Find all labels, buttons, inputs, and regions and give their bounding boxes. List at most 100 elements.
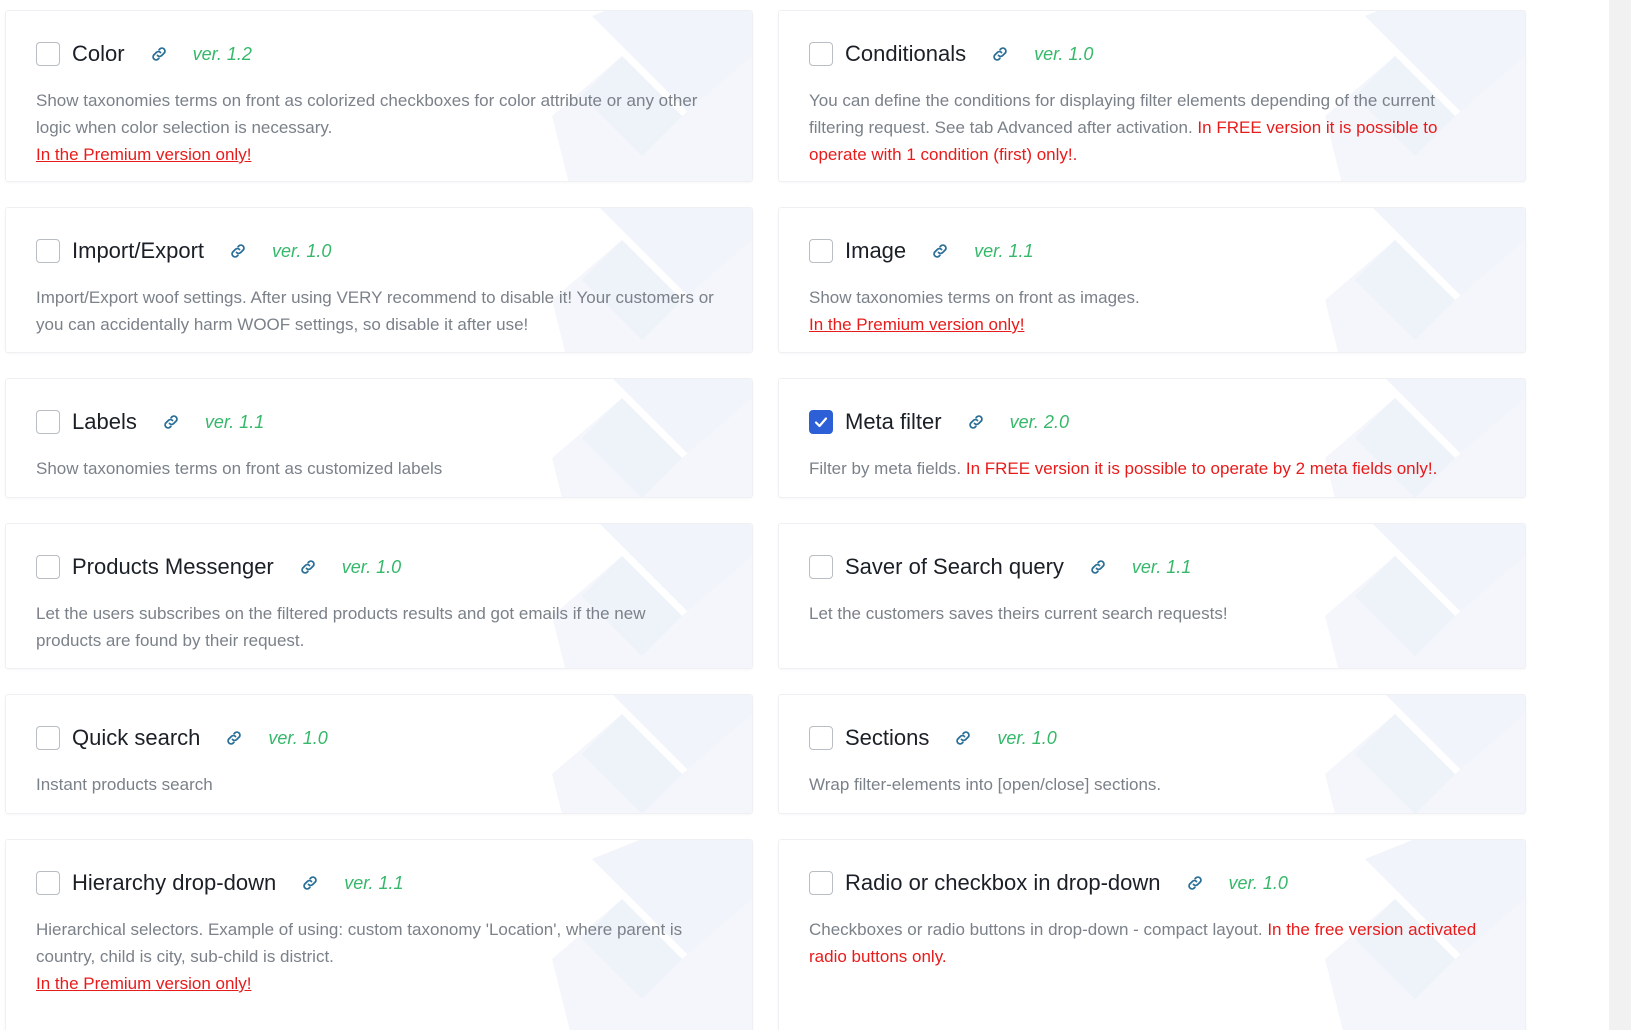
version-label: ver. 1.1 (344, 872, 404, 893)
extension-card: Conditionals ver. 1.0 You can define the c… (778, 10, 1526, 182)
enable-extension-checkbox[interactable] (36, 239, 60, 263)
extension-description: Show taxonomies terms on front as colori… (36, 87, 714, 168)
extension-description: Wrap filter-elements into [open/close] s… (809, 771, 1487, 798)
enable-extension-checkbox[interactable] (809, 871, 833, 895)
extension-card: Quick search ver. 1.0 Instant products sea… (5, 694, 753, 814)
watermark-logo-icon (1325, 524, 1525, 668)
version-label: ver. 1.0 (1034, 43, 1094, 64)
extension-title: Radio or checkbox in drop-down (845, 870, 1161, 895)
description-text: Hierarchical selectors. Example of using… (36, 920, 683, 966)
extension-title: Quick search (72, 725, 201, 750)
extension-card: Import/Export ver. 1.0 Import/Export woof … (5, 207, 753, 353)
extension-card: Products Messenger ver. 1.0 Let the users … (5, 523, 753, 669)
description-text: Show taxonomies terms on front as colori… (36, 91, 698, 137)
extension-description: Instant products search (36, 771, 714, 798)
description-text: Instant products search (36, 775, 213, 794)
extension-description: Filter by meta fields. In FREE version i… (809, 455, 1487, 482)
enable-extension-checkbox[interactable] (809, 410, 833, 434)
extension-description: Import/Export woof settings. After using… (36, 284, 714, 338)
link-icon[interactable] (300, 873, 320, 893)
link-icon[interactable] (1185, 873, 1205, 893)
version-label: ver. 1.1 (974, 240, 1034, 261)
link-icon[interactable] (149, 44, 169, 64)
extension-description: You can define the conditions for displa… (809, 87, 1487, 168)
premium-only-link[interactable]: In the Premium version only! (36, 145, 251, 164)
extension-title: Meta filter (845, 409, 942, 434)
enable-extension-checkbox[interactable] (36, 871, 60, 895)
enable-extension-checkbox[interactable] (36, 555, 60, 579)
link-icon[interactable] (224, 728, 244, 748)
link-icon[interactable] (1088, 557, 1108, 577)
link-icon[interactable] (966, 412, 986, 432)
enable-extension-checkbox[interactable] (36, 726, 60, 750)
extension-title: Hierarchy drop-down (72, 870, 277, 895)
extension-title: Labels (72, 409, 137, 434)
scrollbar-track[interactable] (1609, 0, 1631, 1030)
extension-description: Let the users subscribes on the filtered… (36, 600, 714, 654)
extension-card: Saver of Search query ver. 1.1 Let the cus… (778, 523, 1526, 669)
extension-header: Hierarchy drop-down ver. 1.1 (36, 870, 404, 896)
extension-title: Products Messenger (72, 554, 274, 579)
link-icon[interactable] (228, 241, 248, 261)
version-label: ver. 1.1 (1131, 556, 1192, 577)
link-icon[interactable] (990, 44, 1010, 64)
extension-header: Color ver. 1.2 (36, 41, 252, 67)
enable-extension-checkbox[interactable] (809, 726, 833, 750)
version-label: ver. 1.0 (272, 240, 332, 261)
extension-description: Show taxonomies terms on front as images… (809, 284, 1487, 338)
extension-card: Sections ver. 1.0 Wrap filter-elements int… (778, 694, 1526, 814)
extension-card: Image ver. 1.1 Show taxonomies terms on fr… (778, 207, 1526, 353)
description-text: Let the users subscribes on the filtered… (36, 604, 646, 650)
extension-description: Checkboxes or radio buttons in drop-down… (809, 916, 1487, 970)
link-icon[interactable] (161, 412, 181, 432)
free-version-note: In FREE version it is possible to operat… (965, 459, 1438, 478)
link-icon[interactable] (930, 241, 950, 261)
extension-header: Sections ver. 1.0 (809, 725, 1057, 751)
extension-title: Import/Export (72, 238, 205, 263)
extension-header: Saver of Search query ver. 1.1 (809, 554, 1191, 580)
version-label: ver. 1.2 (192, 43, 252, 64)
description-text: Checkboxes or radio buttons in drop-down… (809, 920, 1263, 939)
description-text: Show taxonomies terms on front as custom… (36, 459, 443, 478)
link-icon[interactable] (953, 728, 973, 748)
extension-description: Let the customers saves theirs current s… (809, 600, 1487, 627)
extension-header: Radio or checkbox in drop-down ver. 1.0 (809, 870, 1288, 896)
extension-header: Image ver. 1.1 (809, 238, 1034, 264)
extension-header: Products Messenger ver. 1.0 (36, 554, 401, 580)
enable-extension-checkbox[interactable] (36, 410, 60, 434)
extension-header: Labels ver. 1.1 (36, 409, 264, 435)
extension-card: Labels ver. 1.1 Show taxonomies terms on f… (5, 378, 753, 498)
enable-extension-checkbox[interactable] (36, 42, 60, 66)
extension-card: Radio or checkbox in drop-down ver. 1.0 Ch… (778, 839, 1526, 1030)
version-label: ver. 1.0 (997, 727, 1057, 748)
extension-header: Quick search ver. 1.0 (36, 725, 328, 751)
extension-title: Color (72, 41, 125, 66)
premium-only-link[interactable]: In the Premium version only! (36, 974, 251, 993)
extension-title: Saver of Search query (845, 554, 1064, 579)
extension-card: Meta filter ver. 2.0 Filter by meta fields… (778, 378, 1526, 498)
description-text: Filter by meta fields. (809, 459, 962, 478)
version-label: ver. 1.0 (268, 727, 328, 748)
description-text: Wrap filter-elements into [open/close] s… (809, 775, 1162, 794)
description-text: Let the customers saves theirs current s… (809, 604, 1228, 623)
extension-header: Meta filter ver. 2.0 (809, 409, 1069, 435)
enable-extension-checkbox[interactable] (809, 555, 833, 579)
version-label: ver. 1.1 (204, 411, 265, 432)
extension-header: Conditionals ver. 1.0 (809, 41, 1093, 67)
version-label: ver. 1.0 (341, 556, 402, 577)
premium-only-link[interactable]: In the Premium version only! (809, 315, 1024, 334)
extension-description: Show taxonomies terms on front as custom… (36, 455, 714, 482)
description-text: Show taxonomies terms on front as images… (809, 288, 1140, 307)
extension-card: Color ver. 1.2 Show taxonomies terms on fr… (5, 10, 753, 182)
link-icon[interactable] (298, 557, 318, 577)
extensions-page: Color ver. 1.2 Show taxonomies terms on fr… (0, 0, 1631, 1030)
extension-title: Sections (845, 725, 930, 750)
enable-extension-checkbox[interactable] (809, 239, 833, 263)
extension-title: Image (845, 238, 907, 263)
extension-description: Hierarchical selectors. Example of using… (36, 916, 714, 997)
extension-card: Hierarchy drop-down ver. 1.1 Hierarchical … (5, 839, 753, 1030)
enable-extension-checkbox[interactable] (809, 42, 833, 66)
extension-header: Import/Export ver. 1.0 (36, 238, 331, 264)
extension-title: Conditionals (845, 41, 967, 66)
description-text: Import/Export woof settings. After using… (36, 288, 714, 334)
